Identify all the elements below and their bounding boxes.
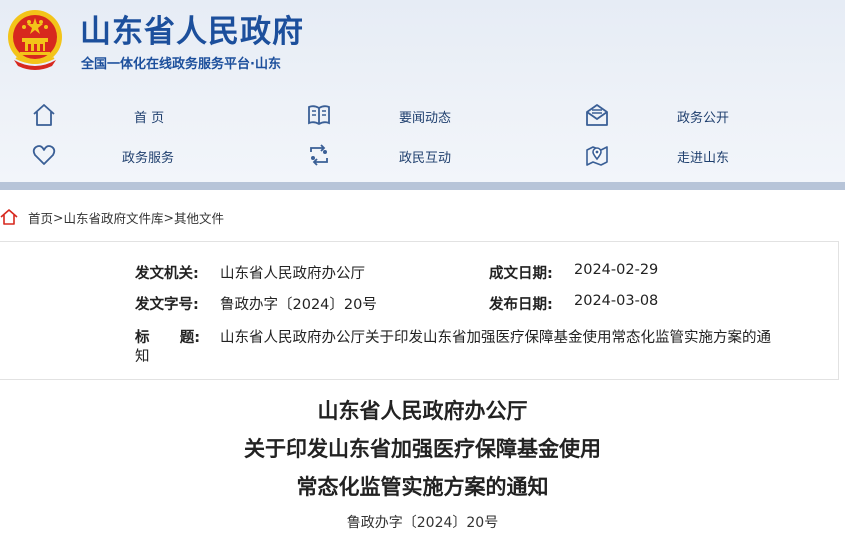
site-header: 山东省人民政府 全国一体化在线政务服务平台·山东 首 页 要闻动态 政务公开 政… [0, 0, 845, 182]
breadcrumb-other-files[interactable]: 其他文件 [174, 208, 224, 227]
title-label: 标 题: [135, 330, 201, 346]
breadcrumb-home[interactable]: 首页 [28, 208, 53, 227]
document-meta-box: 发文机关: 山东省人民政府办公厅 成文日期: 2024-02-29 发文字号: … [0, 241, 839, 380]
doc-number-value: 鲁政办字〔2024〕20号 [220, 297, 377, 313]
nav-interaction[interactable]: 政民互动 [399, 147, 451, 166]
publish-date-label: 发布日期: [489, 297, 553, 313]
breadcrumb-document-library[interactable]: 山东省政府文件库 [64, 208, 164, 227]
title-value-wrap: 知 [135, 349, 150, 365]
nav-open-government[interactable]: 政务公开 [677, 107, 729, 126]
nav-services[interactable]: 政务服务 [122, 147, 174, 166]
doc-number-label: 发文字号: [135, 297, 199, 313]
breadcrumb-separator: > [163, 209, 174, 225]
issuer-value: 山东省人民政府办公厅 [220, 266, 365, 282]
issuer-label: 发文机关: [135, 266, 199, 282]
mail-icon[interactable] [584, 102, 610, 128]
header-divider [0, 182, 845, 190]
home-icon[interactable] [31, 102, 57, 128]
book-icon[interactable] [306, 102, 332, 128]
nav-home[interactable]: 首 页 [134, 107, 164, 126]
nav-news[interactable]: 要闻动态 [399, 107, 451, 126]
site-subtitle: 全国一体化在线政务服务平台·山东 [81, 57, 281, 72]
heading-line-2: 关于印发山东省加强医疗保障基金使用 [244, 437, 601, 461]
nav-about-shandong[interactable]: 走进山东 [677, 147, 729, 166]
national-emblem-icon [8, 10, 62, 70]
document-number: 鲁政办字〔2024〕20号 [346, 515, 499, 531]
breadcrumb-separator: > [53, 209, 64, 225]
map-pin-icon[interactable] [584, 142, 610, 168]
breadcrumb: 首页 > 山东省政府文件库 > 其他文件 [0, 207, 224, 227]
heart-icon[interactable] [31, 142, 57, 168]
document-heading: 山东省人民政府办公厅 关于印发山东省加强医疗保障基金使用 常态化监管实施方案的通… [0, 392, 845, 506]
publish-date-value: 2024-03-08 [574, 293, 659, 309]
heading-line-1: 山东省人民政府办公厅 [317, 399, 528, 423]
breadcrumb-home-icon[interactable] [0, 208, 18, 226]
title-value: 山东省人民政府办公厅关于印发山东省加强医疗保障基金使用常态化监管实施方案的通 [220, 330, 771, 346]
date-label: 成文日期: [489, 266, 553, 282]
heading-line-3: 常态化监管实施方案的通知 [296, 475, 549, 499]
date-value: 2024-02-29 [574, 262, 659, 278]
exchange-icon[interactable] [306, 142, 332, 168]
site-title[interactable]: 山东省人民政府 [80, 6, 304, 51]
